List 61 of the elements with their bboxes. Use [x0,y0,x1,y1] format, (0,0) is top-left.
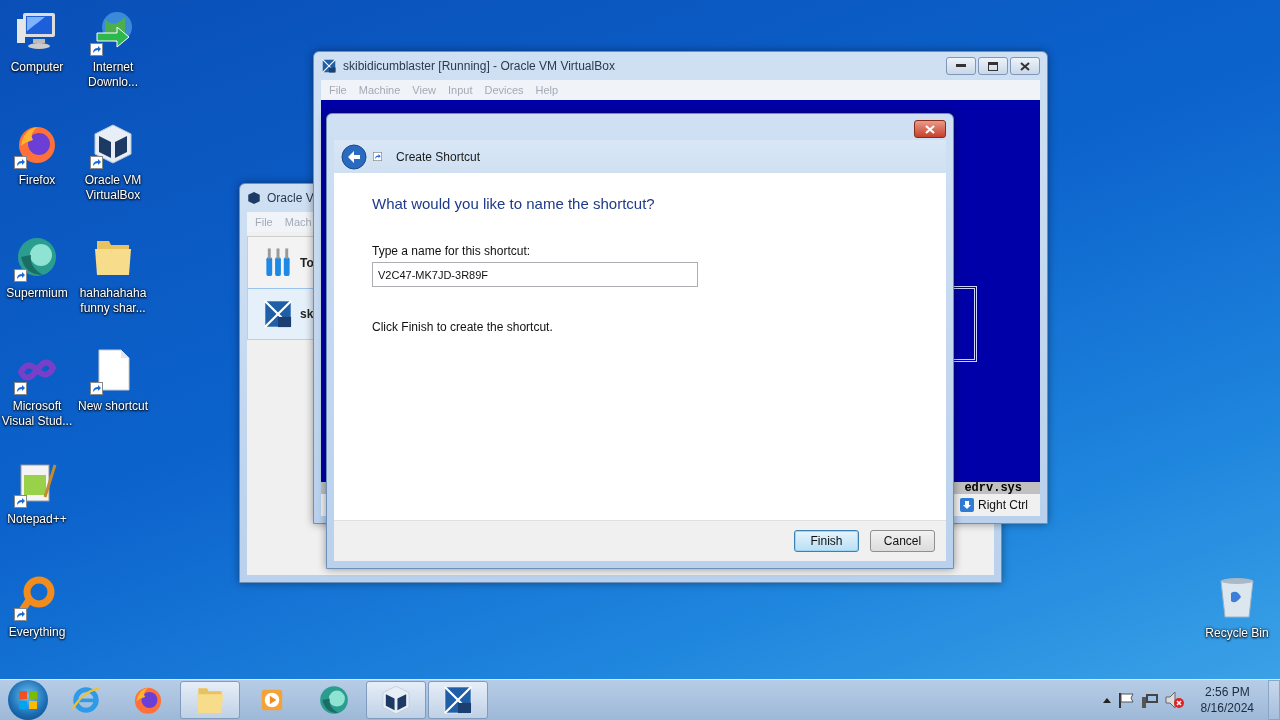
close-button[interactable] [914,120,946,138]
dialog-button[interactable]: Cancel [870,530,935,552]
supermium-icon [318,684,350,716]
desktop-icon-label[interactable]: Microsoft Visual Stud... [0,399,75,429]
close-icon [925,124,935,134]
desktop-icon-label[interactable]: Computer [0,60,75,75]
down-arrow-icon [960,498,974,512]
console-text: edrv.sys [964,482,1022,494]
minimize-icon [956,64,966,68]
close-button[interactable] [1010,57,1040,75]
ie-icon [70,684,102,716]
dialog-heading: What would you like to name the shortcut? [372,194,656,214]
supermium-icon [15,235,59,279]
instruction-text: Click Finish to create the shortcut. [372,320,554,334]
desktop-icon-label[interactable]: Internet Downlo... [75,60,151,90]
desktop-icon-label[interactable]: New shortcut [75,399,151,414]
window-title: Oracle V [267,191,314,205]
minimize-button[interactable] [946,57,976,75]
shortcut-arrow-icon [14,608,27,621]
desktop-icon-label[interactable]: Everything [0,625,75,640]
desktop-icon-label[interactable]: hahahahaha funny shar... [75,286,151,316]
window-title: skibidicumblaster [Running] - Oracle VM VirtualBox [343,59,615,73]
dialog-title: Create Shortcut [396,149,481,164]
shortcut-arrow-icon [14,382,27,395]
shortcut-arrow-icon [90,382,103,395]
name-input-field[interactable]: V2C47-MK7JD-3R89F [372,262,698,287]
restore-button[interactable] [978,57,1008,75]
speaker-muted-icon[interactable] [1164,691,1185,709]
shortcut-arrow-icon [14,156,27,169]
restore-icon [988,61,998,71]
back-icon[interactable] [341,143,367,170]
start-button[interactable] [8,680,48,720]
desktop-icon-label[interactable]: Oracle VM VirtualBox [75,173,151,203]
desktop-icon-label[interactable]: Supermium [0,286,75,301]
cube-icon [91,122,135,166]
shortcut-arrow-icon [14,269,27,282]
machine-list-item[interactable]: sk [248,288,314,339]
desktop-icon-label[interactable]: Notepad++ [0,512,75,527]
clock-time[interactable]: 2:56 PM [1204,684,1250,700]
windows-logo-icon [18,690,38,710]
flag-icon[interactable] [1116,692,1135,708]
taskbar-button[interactable] [428,681,488,719]
cube-icon [380,684,412,716]
xp-machine-icon [262,298,294,330]
dialog-button[interactable]: Finish [794,530,859,552]
host-key-label: Right Ctrl [978,498,1028,512]
field-label: Type a name for this shortcut: [372,244,532,258]
shortcut-arrow-icon [90,156,103,169]
close-icon [1020,61,1030,71]
clock-date[interactable]: 8/16/2024 [1200,700,1254,716]
taskbar-button[interactable] [366,681,426,719]
shortcut-arrow-icon [90,43,103,56]
machine-list-item[interactable]: To [248,237,314,288]
desktop-icon-label[interactable]: Firefox [0,173,75,188]
shortcut-arrow-icon [373,152,382,161]
shortcut-arrow-icon [14,495,27,508]
xp-machine-icon [442,684,474,716]
chevron-up-icon[interactable] [1102,697,1111,703]
xp-machine-icon [321,58,337,74]
network-icon[interactable] [1140,692,1159,708]
cube-icon [247,191,261,205]
